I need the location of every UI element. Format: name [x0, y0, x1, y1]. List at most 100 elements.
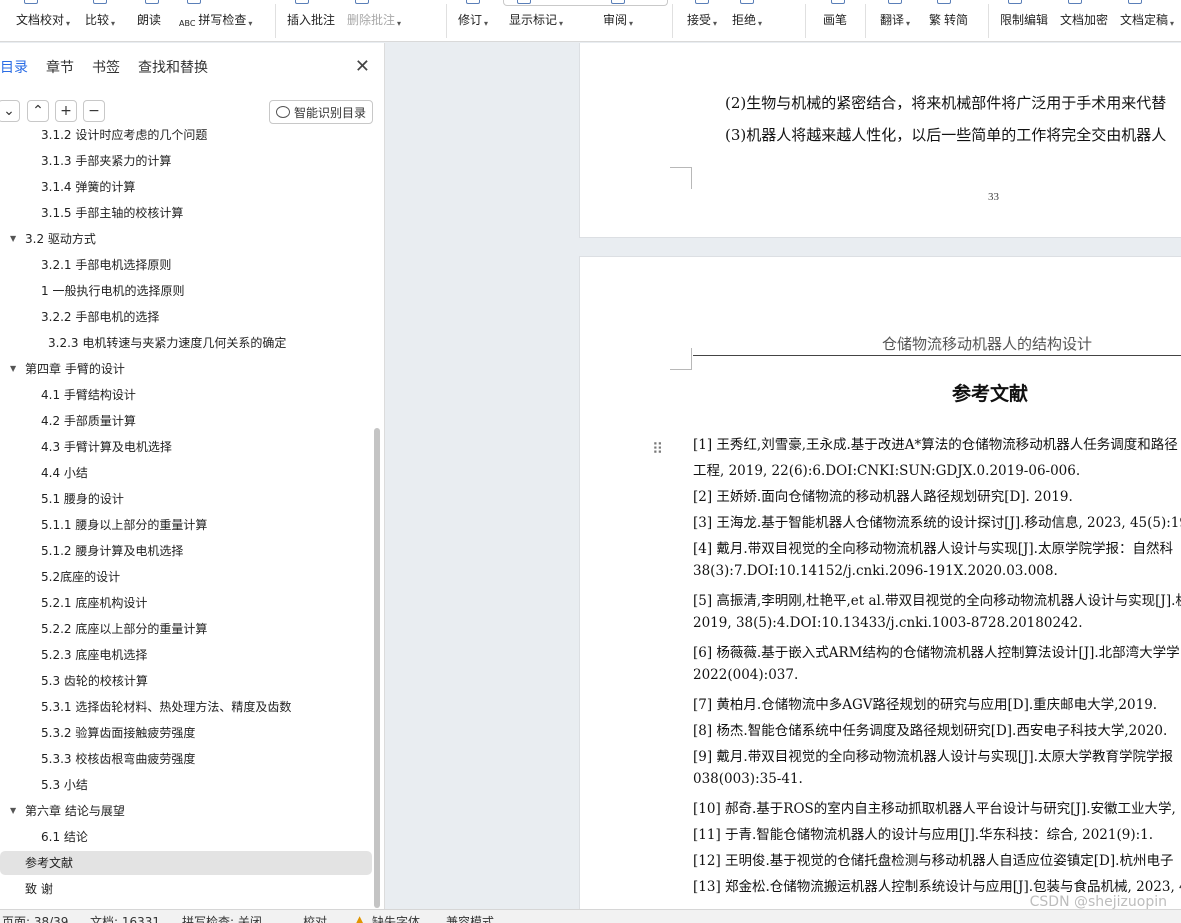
- toc-item-label: 6.1 结论: [41, 830, 88, 844]
- ribbon-button-12[interactable]: 翻译 ▾: [880, 0, 911, 41]
- collapse-all-button[interactable]: ⌄: [0, 100, 20, 122]
- tab-3[interactable]: 查找和替换: [138, 57, 208, 81]
- reference-line: [10] 郝奇.基于ROS的室内自主移动抓取机器人平台设计与研究[J].安徽工业…: [693, 801, 1176, 817]
- warning-icon: ▲: [355, 913, 365, 923]
- remove-heading-button[interactable]: −: [83, 100, 105, 122]
- toc-item-label: 第六章 结论与展望: [25, 804, 125, 818]
- nav-scrollbar[interactable]: [374, 428, 380, 908]
- toc-item[interactable]: 5.1.2 腰身计算及电机选择: [0, 539, 372, 563]
- ribbon-label: 朗读: [137, 13, 162, 27]
- ribbon-label: 文档校对: [16, 13, 65, 27]
- ribbon-button-14[interactable]: 限制编辑: [1000, 0, 1049, 41]
- toc-item[interactable]: 5.3.3 校核齿根弯曲疲劳强度: [0, 747, 372, 771]
- toc-item[interactable]: 3.2.2 手部电机的选择: [0, 305, 372, 329]
- tab-2[interactable]: 书签: [92, 57, 120, 81]
- ribbon-toolbar: 文档校对 ▾ 比较 ▾ 朗读 ABC 拼写检查 ▾ 插入批注 删除批注 ▾ 修订 ▾ 显示标记 ▾ 审阅 ▾ 接受…: [0, 0, 1181, 42]
- chevron-down-icon: ▾: [906, 19, 911, 28]
- toc-item-label: 5.2底座的设计: [41, 570, 121, 584]
- toc-item[interactable]: 5.3 小结: [0, 773, 372, 797]
- toc-item[interactable]: 4.2 手部质量计算: [0, 409, 372, 433]
- toc-item[interactable]: 3.2.1 手部电机选择原则: [0, 253, 372, 277]
- ribbon-button-6[interactable]: 修订 ▾: [458, 0, 488, 41]
- ribbon-label: 拼写检查: [198, 13, 247, 27]
- chevron-down-icon: ▾: [758, 19, 763, 28]
- reference-line: [6] 杨薇薇.基于嵌入式ARM结构的仓储物流机器人控制算法设计[J].北部湾大…: [693, 645, 1180, 661]
- toc-item[interactable]: 3.1.3 手部夹紧力的计算: [0, 149, 372, 173]
- toc-item[interactable]: ▼ 第四章 手臂的设计: [0, 357, 372, 381]
- ribbon-button-0[interactable]: 文档校对 ▾: [16, 0, 70, 41]
- ribbon-label: 拒绝: [732, 13, 757, 27]
- status-missing-font[interactable]: 缺失字体: [372, 913, 420, 923]
- status-page[interactable]: 页面: 38/39: [2, 913, 68, 923]
- close-icon[interactable]: ✕: [355, 57, 370, 77]
- toc-item-label: 4.4 小结: [41, 466, 88, 480]
- ribbon-prefix: 繁: [929, 13, 942, 27]
- toc-item[interactable]: 5.3 齿轮的校核计算: [0, 669, 372, 693]
- toc-item[interactable]: ▼ 3.2 驱动方式: [0, 227, 372, 251]
- toc-item[interactable]: 3.1.4 弹簧的计算: [0, 175, 372, 199]
- ribbon-button-5[interactable]: 删除批注 ▾: [347, 0, 401, 41]
- ribbon-button-2[interactable]: 朗读: [137, 0, 162, 41]
- toc-item[interactable]: 5.3.2 验算齿面接触疲劳强度: [0, 721, 372, 745]
- toc-item[interactable]: 5.2.2 底座以上部分的重量计算: [0, 617, 372, 641]
- track-changes-icon: [466, 0, 480, 4]
- toc-item[interactable]: 3.1.5 手部主轴的校核计算: [0, 201, 372, 225]
- toc-item[interactable]: 5.3.1 选择齿轮材料、热处理方法、精度及齿数: [0, 695, 372, 719]
- toc-item[interactable]: 5.2.1 底座机构设计: [0, 591, 372, 615]
- ribbon-button-13[interactable]: 繁转简: [929, 0, 968, 41]
- ribbon-button-3[interactable]: ABC 拼写检查 ▾: [179, 0, 252, 41]
- toc-item[interactable]: 5.2.3 底座电机选择: [0, 643, 372, 667]
- toc-item[interactable]: 参考文献: [0, 851, 372, 875]
- toc-item-label: 5.2.3 底座电机选择: [41, 648, 148, 662]
- ribbon-button-9[interactable]: 接受 ▾: [687, 0, 717, 41]
- expand-level-button[interactable]: ⌃: [27, 100, 49, 122]
- expand-toggle-icon[interactable]: ▼: [10, 357, 16, 381]
- smart-toc-button[interactable]: 智能识别目录: [269, 100, 374, 124]
- toc-item[interactable]: ▼ 第六章 结论与展望: [0, 799, 372, 823]
- ribbon-separator: [672, 4, 673, 38]
- ribbon-label: 文档定稿: [1120, 13, 1169, 27]
- convert-simplified-icon: [937, 0, 951, 4]
- toc-item[interactable]: 5.2底座的设计: [0, 565, 372, 589]
- tab-0[interactable]: 目录: [0, 57, 28, 81]
- toc-item[interactable]: 4.4 小结: [0, 461, 372, 485]
- expand-toggle-icon[interactable]: ▼: [10, 227, 16, 251]
- tab-1[interactable]: 章节: [46, 57, 74, 81]
- ribbon-label: 限制编辑: [1000, 13, 1049, 27]
- ribbon-button-15[interactable]: 文档加密: [1060, 0, 1108, 41]
- toc-item[interactable]: 5.1.1 腰身以上部分的重量计算: [0, 513, 372, 537]
- status-spellcheck[interactable]: 拼写检查: 关闭: [182, 913, 262, 923]
- toc-item[interactable]: 1 一般执行电机的选择原则: [0, 279, 372, 303]
- status-word-count[interactable]: 文档: 16331: [90, 913, 160, 923]
- ribbon-label: 画笔: [823, 13, 848, 27]
- toc-item[interactable]: 3.2.3 电机转速与夹紧力速度几何关系的确定: [0, 331, 372, 355]
- compare-icon: [93, 0, 107, 4]
- ribbon-button-7[interactable]: 显示标记 ▾: [509, 0, 563, 41]
- running-header: 仓储物流移动机器人的结构设计: [882, 335, 1093, 353]
- toc-item[interactable]: 4.3 手臂计算及电机选择: [0, 435, 372, 459]
- reference-line: [2] 王娇娇.面向仓储物流的移动机器人路径规划研究[D]. 2019.: [693, 489, 1073, 505]
- ribbon-label: 修订: [458, 13, 483, 27]
- ribbon-button-16[interactable]: 文档定稿 ▾: [1120, 0, 1174, 41]
- toc-item-label: 5.3.3 校核齿根弯曲疲劳强度: [41, 752, 196, 766]
- add-heading-button[interactable]: +: [55, 100, 77, 122]
- nav-tabs: 目录 章节 书签 查找和替换: [0, 57, 226, 81]
- chevron-down-icon: ▾: [111, 19, 116, 28]
- expand-toggle-icon[interactable]: ▼: [10, 799, 16, 823]
- ribbon-button-11[interactable]: 画笔: [823, 0, 848, 41]
- toc-item[interactable]: 4.1 手臂结构设计: [0, 383, 372, 407]
- toc-item[interactable]: 5.1 腰身的设计: [0, 487, 372, 511]
- toc-item[interactable]: 6.1 结论: [0, 825, 372, 849]
- status-proof[interactable]: 校对: [303, 913, 327, 923]
- toc-item-label: 5.1 腰身的设计: [41, 492, 124, 506]
- ribbon-button-10[interactable]: 拒绝 ▾: [732, 0, 763, 41]
- toc-item-label: 3.2.3 电机转速与夹紧力速度几何关系的确定: [48, 336, 287, 350]
- ribbon-button-8[interactable]: 审阅 ▾: [603, 0, 633, 41]
- ribbon-button-1[interactable]: 比较 ▾: [85, 0, 116, 41]
- margin-mark: [670, 167, 692, 189]
- drag-handle-icon[interactable]: ⠿: [652, 440, 663, 458]
- toc-item[interactable]: 3.1.2 设计时应考虑的几个问题: [0, 129, 372, 147]
- ribbon-button-4[interactable]: 插入批注: [287, 0, 335, 41]
- toc-item-label: 参考文献: [25, 856, 74, 870]
- toc-item[interactable]: 致 谢: [0, 877, 372, 901]
